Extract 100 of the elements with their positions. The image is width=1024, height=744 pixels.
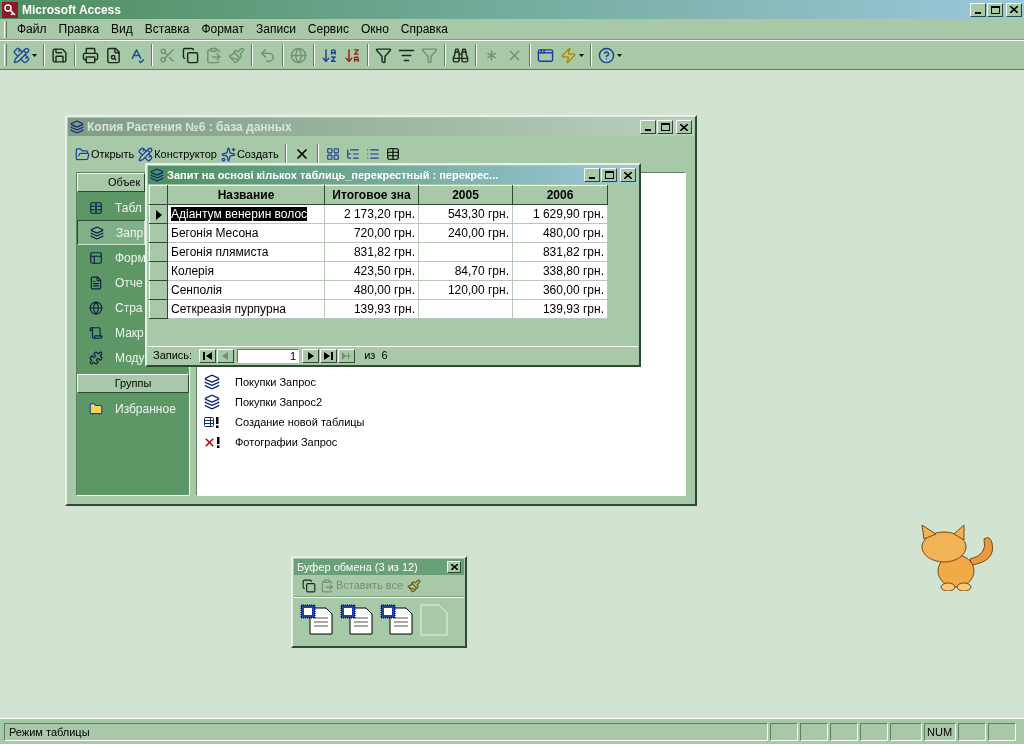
large-icons-icon [325,147,340,161]
next-record-button[interactable] [302,348,320,363]
close-button[interactable] [1006,2,1022,17]
minimize-button[interactable] [970,2,986,17]
column-header[interactable]: 2006 [512,185,608,205]
folder-open-icon [75,146,90,162]
groups-header[interactable]: Группы [77,374,189,393]
close-icon [450,564,458,570]
empty-slot-icon [420,604,448,636]
object-list-item[interactable]: Создание новой таблицы [202,412,365,432]
select-all-cell[interactable] [149,185,168,205]
puzzle-icon [89,350,103,365]
pencil-ruler-icon [13,46,30,64]
window-title: Запит на основі кількох таблиць_перекрестный : перекрес... [167,167,500,183]
menu-item[interactable]: Справка [394,20,454,38]
close-button[interactable] [676,120,692,134]
close-icon [1010,6,1018,13]
page-icon [89,300,103,315]
menu-item[interactable]: Окно [354,20,395,38]
minimize-button[interactable] [640,120,656,134]
menu-item[interactable]: Файл [11,20,53,38]
status-panel [860,722,888,741]
record-number-field[interactable]: 1 [237,348,300,363]
menu-item[interactable]: Формат [195,20,251,38]
close-button[interactable] [620,168,636,182]
last-record-button[interactable] [320,348,338,363]
funnel-icon [375,46,392,64]
status-panel [770,722,798,741]
column-header[interactable]: Итоговое зна [324,185,419,205]
maximize-icon [604,171,614,179]
first-record-icon [203,351,213,360]
table-icon [89,200,103,215]
globe-icon [290,46,307,64]
window-title: Microsoft Access [22,1,122,19]
new-record-icon [342,351,352,360]
pencil-ruler-icon [138,146,154,162]
status-panel [988,722,1016,741]
minimize-icon [589,177,595,179]
document-icon[interactable] [380,604,414,636]
menu-item[interactable]: Вставка [138,20,196,38]
query-icon [204,394,220,410]
database-icon [70,120,84,134]
document-icon[interactable] [340,604,374,636]
window-icon [537,46,554,64]
column-header[interactable]: 2005 [418,185,513,205]
column-header[interactable]: Название [167,185,325,205]
list-icon [365,147,380,161]
caret-icon [32,53,37,57]
query-icon [150,168,164,182]
query-icon [204,374,220,390]
status-panel [958,722,986,741]
window-title: Копия Растения №6 : база данных [87,119,293,136]
maximize-button[interactable] [987,2,1003,17]
object-list-item[interactable]: Покупки Запрос [202,372,316,392]
status-panel [830,722,858,741]
funnel-icon [421,46,438,64]
copy-button[interactable] [302,578,316,593]
next-record-icon [306,351,316,360]
menu-item[interactable]: Записи [250,20,302,38]
sort-descending-icon [344,46,361,64]
object-list-item[interactable]: Покупки Запрос2 [202,392,322,412]
menu-item[interactable]: Правка [52,20,106,38]
lightning-icon [560,46,577,64]
minimize-icon [975,11,981,14]
sparkles-icon [220,146,236,162]
toolbar-button[interactable]: Создать [219,144,280,164]
object-list-item[interactable]: Фотографии Запрос [202,432,338,452]
toolbar-button[interactable]: Открыть [74,144,136,164]
sort-ascending-icon [321,46,338,64]
minimize-button[interactable] [584,168,600,182]
delete-query-icon [203,435,221,449]
menu-item[interactable]: Сервис [301,20,355,38]
paste-icon [205,46,222,64]
maximize-button[interactable] [657,120,673,134]
record-label: Запись: [153,348,193,364]
maximize-icon [660,123,670,131]
small-icons-icon [345,147,360,161]
maximize-button[interactable] [601,168,617,182]
printer-icon [82,46,99,64]
folder-icon [89,401,103,416]
copy-icon [302,578,316,593]
paste-icon [320,578,334,593]
toolbar-button[interactable]: Конструктор [137,144,218,164]
record-count: из 6 [364,348,388,364]
menu-item[interactable]: Вид [105,20,139,38]
status-panel [890,722,922,741]
minimize-icon [645,129,651,131]
objects-header[interactable]: Объек [77,173,145,192]
status-text: Режим таблицы [4,722,768,741]
close-icon [680,123,688,131]
close-button[interactable] [447,561,461,573]
num-lock-indicator: NUM [924,722,956,741]
current-record-icon [155,209,162,220]
save-icon [51,46,68,64]
status-panel [800,722,828,741]
toolbar-title: Буфер обмена (3 из 12) [297,559,419,575]
first-record-button[interactable] [199,348,217,363]
key-icon [2,1,18,18]
document-icon[interactable] [300,604,334,636]
scissors-icon [159,46,176,64]
